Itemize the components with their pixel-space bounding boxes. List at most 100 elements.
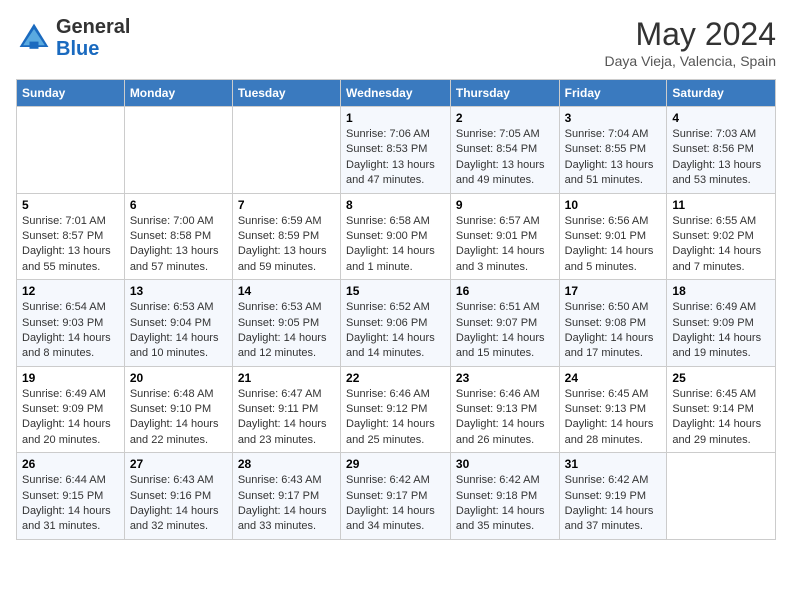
day-info: Sunrise: 6:52 AM Sunset: 9:06 PM Dayligh… — [346, 300, 445, 362]
day-number: 29 — [346, 457, 445, 471]
day-number: 3 — [565, 111, 662, 125]
header-cell-tuesday: Tuesday — [232, 80, 340, 107]
day-info: Sunrise: 6:59 AM Sunset: 8:59 PM Dayligh… — [238, 214, 335, 276]
day-number: 1 — [346, 111, 445, 125]
calendar-cell: 4 Sunrise: 7:03 AM Sunset: 8:56 PM Daylig… — [667, 107, 776, 194]
calendar-cell: 17 Sunrise: 6:50 AM Sunset: 9:08 PM Dayli… — [559, 280, 667, 367]
day-info: Sunrise: 6:55 AM Sunset: 9:02 PM Dayligh… — [672, 214, 770, 276]
day-number: 14 — [238, 284, 335, 298]
calendar-cell: 19 Sunrise: 6:49 AM Sunset: 9:09 PM Dayli… — [17, 366, 125, 453]
day-number: 17 — [565, 284, 662, 298]
calendar-cell: 16 Sunrise: 6:51 AM Sunset: 9:07 PM Dayli… — [450, 280, 559, 367]
week-row: 1Sunrise: 7:06 AM Sunset: 8:53 PM Daylig… — [17, 107, 776, 194]
day-info: Sunrise: 6:45 AM Sunset: 9:14 PM Dayligh… — [672, 387, 770, 449]
day-number: 31 — [565, 457, 662, 471]
calendar-cell: 5Sunrise: 7:01 AM Sunset: 8:57 PM Daylig… — [17, 193, 125, 280]
day-number: 26 — [22, 457, 119, 471]
logo: General Blue — [16, 16, 130, 60]
day-info: Sunrise: 6:56 AM Sunset: 9:01 PM Dayligh… — [565, 214, 662, 276]
day-number: 22 — [346, 371, 445, 385]
calendar-cell: 29 Sunrise: 6:42 AM Sunset: 9:17 PM Dayli… — [341, 453, 451, 540]
calendar-table: SundayMondayTuesdayWednesdayThursdayFrid… — [16, 79, 776, 540]
week-row: 5Sunrise: 7:01 AM Sunset: 8:57 PM Daylig… — [17, 193, 776, 280]
calendar-cell: 26 Sunrise: 6:44 AM Sunset: 9:15 PM Dayli… — [17, 453, 125, 540]
logo-text: General Blue — [56, 16, 130, 60]
logo-icon — [16, 20, 52, 56]
header-cell-saturday: Saturday — [667, 80, 776, 107]
day-info: Sunrise: 6:57 AM Sunset: 9:01 PM Dayligh… — [456, 214, 554, 276]
calendar-cell: 10 Sunrise: 6:56 AM Sunset: 9:01 PM Dayli… — [559, 193, 667, 280]
header-cell-sunday: Sunday — [17, 80, 125, 107]
day-info: Sunrise: 6:46 AM Sunset: 9:12 PM Dayligh… — [346, 387, 445, 449]
calendar-cell: 8Sunrise: 6:58 AM Sunset: 9:00 PM Daylig… — [341, 193, 451, 280]
day-number: 6 — [130, 198, 227, 212]
calendar-cell: 18 Sunrise: 6:49 AM Sunset: 9:09 PM Dayli… — [667, 280, 776, 367]
day-number: 5 — [22, 198, 119, 212]
header-cell-thursday: Thursday — [450, 80, 559, 107]
calendar-cell — [232, 107, 340, 194]
day-info: Sunrise: 6:51 AM Sunset: 9:07 PM Dayligh… — [456, 300, 554, 362]
day-number: 16 — [456, 284, 554, 298]
day-number: 12 — [22, 284, 119, 298]
day-info: Sunrise: 7:03 AM Sunset: 8:56 PM Dayligh… — [672, 127, 770, 189]
header-cell-monday: Monday — [124, 80, 232, 107]
day-number: 20 — [130, 371, 227, 385]
day-info: Sunrise: 6:45 AM Sunset: 9:13 PM Dayligh… — [565, 387, 662, 449]
day-number: 27 — [130, 457, 227, 471]
day-number: 28 — [238, 457, 335, 471]
calendar-cell: 28 Sunrise: 6:43 AM Sunset: 9:17 PM Dayli… — [232, 453, 340, 540]
day-info: Sunrise: 6:43 AM Sunset: 9:17 PM Dayligh… — [238, 473, 335, 535]
calendar-cell: 7Sunrise: 6:59 AM Sunset: 8:59 PM Daylig… — [232, 193, 340, 280]
calendar-header: SundayMondayTuesdayWednesdayThursdayFrid… — [17, 80, 776, 107]
day-number: 25 — [672, 371, 770, 385]
day-number: 4 — [672, 111, 770, 125]
day-number: 13 — [130, 284, 227, 298]
calendar-cell: 22 Sunrise: 6:46 AM Sunset: 9:12 PM Dayli… — [341, 366, 451, 453]
day-info: Sunrise: 6:49 AM Sunset: 9:09 PM Dayligh… — [672, 300, 770, 362]
calendar-cell: 27 Sunrise: 6:43 AM Sunset: 9:16 PM Dayli… — [124, 453, 232, 540]
day-info: Sunrise: 6:42 AM Sunset: 9:17 PM Dayligh… — [346, 473, 445, 535]
calendar-cell — [124, 107, 232, 194]
location: Daya Vieja, Valencia, Spain — [605, 53, 776, 69]
day-info: Sunrise: 6:42 AM Sunset: 9:19 PM Dayligh… — [565, 473, 662, 535]
day-number: 15 — [346, 284, 445, 298]
day-info: Sunrise: 6:42 AM Sunset: 9:18 PM Dayligh… — [456, 473, 554, 535]
day-info: Sunrise: 6:48 AM Sunset: 9:10 PM Dayligh… — [130, 387, 227, 449]
day-info: Sunrise: 6:53 AM Sunset: 9:05 PM Dayligh… — [238, 300, 335, 362]
day-info: Sunrise: 6:46 AM Sunset: 9:13 PM Dayligh… — [456, 387, 554, 449]
day-info: Sunrise: 6:44 AM Sunset: 9:15 PM Dayligh… — [22, 473, 119, 535]
calendar-cell: 15 Sunrise: 6:52 AM Sunset: 9:06 PM Dayli… — [341, 280, 451, 367]
calendar-cell: 14 Sunrise: 6:53 AM Sunset: 9:05 PM Dayli… — [232, 280, 340, 367]
calendar-cell: 20 Sunrise: 6:48 AM Sunset: 9:10 PM Dayli… — [124, 366, 232, 453]
calendar-cell: 13 Sunrise: 6:53 AM Sunset: 9:04 PM Dayli… — [124, 280, 232, 367]
day-info: Sunrise: 6:53 AM Sunset: 9:04 PM Dayligh… — [130, 300, 227, 362]
day-info: Sunrise: 7:00 AM Sunset: 8:58 PM Dayligh… — [130, 214, 227, 276]
calendar-cell: 2Sunrise: 7:05 AM Sunset: 8:54 PM Daylig… — [450, 107, 559, 194]
day-info: Sunrise: 7:04 AM Sunset: 8:55 PM Dayligh… — [565, 127, 662, 189]
header-cell-friday: Friday — [559, 80, 667, 107]
day-number: 19 — [22, 371, 119, 385]
day-info: Sunrise: 6:50 AM Sunset: 9:08 PM Dayligh… — [565, 300, 662, 362]
title-block: May 2024 Daya Vieja, Valencia, Spain — [605, 16, 776, 69]
calendar-body: 1Sunrise: 7:06 AM Sunset: 8:53 PM Daylig… — [17, 107, 776, 540]
day-info: Sunrise: 6:49 AM Sunset: 9:09 PM Dayligh… — [22, 387, 119, 449]
day-number: 8 — [346, 198, 445, 212]
day-info: Sunrise: 6:47 AM Sunset: 9:11 PM Dayligh… — [238, 387, 335, 449]
calendar-cell: 25 Sunrise: 6:45 AM Sunset: 9:14 PM Dayli… — [667, 366, 776, 453]
calendar-cell — [667, 453, 776, 540]
week-row: 12 Sunrise: 6:54 AM Sunset: 9:03 PM Dayli… — [17, 280, 776, 367]
day-info: Sunrise: 6:54 AM Sunset: 9:03 PM Dayligh… — [22, 300, 119, 362]
week-row: 26 Sunrise: 6:44 AM Sunset: 9:15 PM Dayli… — [17, 453, 776, 540]
calendar-cell: 3 Sunrise: 7:04 AM Sunset: 8:55 PM Daylig… — [559, 107, 667, 194]
day-number: 18 — [672, 284, 770, 298]
day-number: 21 — [238, 371, 335, 385]
calendar-cell: 9Sunrise: 6:57 AM Sunset: 9:01 PM Daylig… — [450, 193, 559, 280]
day-number: 10 — [565, 198, 662, 212]
page-header: General Blue May 2024 Daya Vieja, Valenc… — [16, 16, 776, 69]
calendar-cell: 30Sunrise: 6:42 AM Sunset: 9:18 PM Dayli… — [450, 453, 559, 540]
day-number: 2 — [456, 111, 554, 125]
calendar-cell: 24Sunrise: 6:45 AM Sunset: 9:13 PM Dayli… — [559, 366, 667, 453]
day-info: Sunrise: 6:43 AM Sunset: 9:16 PM Dayligh… — [130, 473, 227, 535]
calendar-cell: 31 Sunrise: 6:42 AM Sunset: 9:19 PM Dayli… — [559, 453, 667, 540]
header-cell-wednesday: Wednesday — [341, 80, 451, 107]
